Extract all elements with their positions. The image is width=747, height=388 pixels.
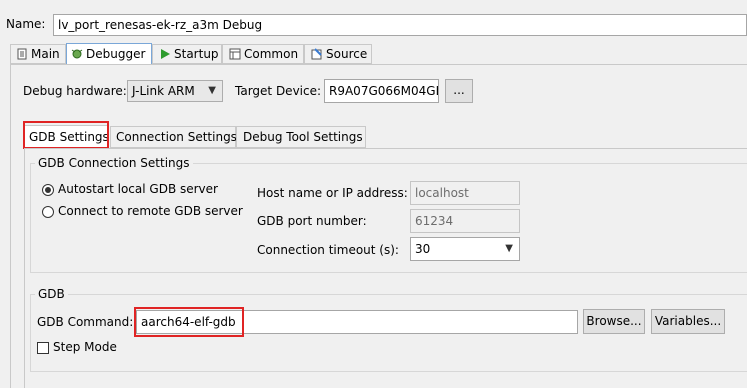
tab-main-label: Main [31,47,60,61]
target-device-browse-button[interactable]: ... [445,79,473,103]
tab-source[interactable]: Source [304,44,372,64]
step-mode-label: Step Mode [53,340,117,354]
tab-debugger[interactable]: Debugger [66,43,152,65]
autostart-radio[interactable] [42,184,54,196]
tab-debugger-label: Debugger [86,47,146,61]
tab-startup[interactable]: Startup [152,44,222,64]
debugger-icon [71,46,83,59]
chevron-down-icon: ▼ [208,85,216,96]
tab-startup-label: Startup [174,47,219,61]
timeout-label: Connection timeout (s): [257,243,399,257]
tab-source-label: Source [326,47,368,61]
timeout-select[interactable]: 30 ▼ [410,237,520,261]
gdb-command-label: GDB Command: [37,315,134,329]
target-device-label: Target Device: [235,84,322,98]
browse-button[interactable]: Browse... [583,309,645,334]
port-label: GDB port number: [257,214,367,228]
tab-common[interactable]: Common [222,44,304,64]
host-field[interactable]: localhost [410,181,520,205]
remote-label: Connect to remote GDB server [58,204,243,218]
autostart-label: Autostart local GDB server [58,182,218,196]
source-icon [311,47,323,60]
target-device-field[interactable]: R9A07G066M04GE [324,79,439,103]
name-label: Name: [6,17,46,31]
step-mode-checkbox[interactable] [37,342,49,354]
host-label: Host name or IP address: [257,186,408,200]
timeout-value: 30 [415,242,431,256]
gdb-title: GDB [35,287,68,301]
gdb-command-highlight [134,307,244,337]
tab-common-label: Common [244,47,299,61]
variables-button[interactable]: Variables... [651,309,725,334]
chevron-down-icon: ▼ [505,243,513,254]
tab-main[interactable]: Main [10,44,66,64]
subtab-debug-tool-settings[interactable]: Debug Tool Settings [236,126,366,148]
debug-hardware-select[interactable]: J-Link ARM ▼ [127,80,223,102]
play-icon [159,47,171,59]
debug-hardware-label: Debug hardware: [23,84,127,98]
debug-hardware-value: J-Link ARM [132,84,195,98]
subtab-connection-settings[interactable]: Connection Settings [110,126,237,148]
document-icon [16,47,28,60]
name-field[interactable]: lv_port_renesas-ek-rz_a3m Debug [53,14,747,36]
remote-radio[interactable] [42,206,54,218]
gdb-connection-title: GDB Connection Settings [35,156,193,170]
gdb-settings-highlight [23,121,109,149]
common-icon [229,47,241,60]
port-field[interactable]: 61234 [410,209,520,233]
